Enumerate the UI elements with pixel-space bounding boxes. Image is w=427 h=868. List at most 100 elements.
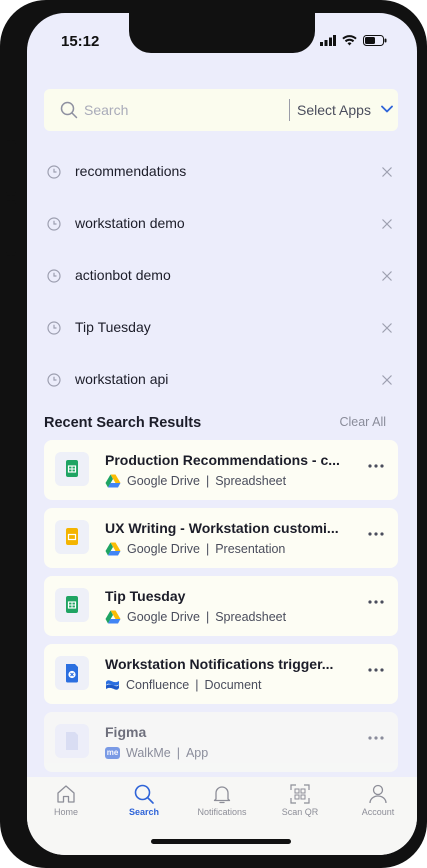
search-icon <box>60 101 78 119</box>
slides-icon <box>55 520 89 554</box>
confluence-doc-icon <box>55 656 89 690</box>
battery-icon <box>363 35 387 46</box>
result-type: Presentation <box>215 542 286 556</box>
result-title[interactable]: Tip Tuesday <box>105 588 185 604</box>
more-options-icon[interactable] <box>368 464 384 468</box>
close-icon[interactable] <box>381 322 393 334</box>
person-icon <box>369 784 387 804</box>
tab-label: Notifications <box>197 807 247 817</box>
tab-label: Search <box>128 807 160 817</box>
result-card[interactable]: Workstation Notifications trigger... Con… <box>44 644 398 704</box>
generic-file-icon <box>55 724 89 758</box>
recent-search-label[interactable]: actionbot demo <box>75 267 171 283</box>
result-card[interactable]: Figma me WalkMe | App <box>44 712 398 772</box>
tab-notifications[interactable]: Notifications <box>183 783 261 817</box>
result-source: WalkMe <box>126 746 171 760</box>
wifi-icon <box>342 35 357 46</box>
qr-scan-icon <box>290 784 310 804</box>
tab-label: Scan QR <box>281 807 319 817</box>
home-indicator <box>151 839 291 844</box>
search-divider <box>289 99 290 121</box>
meta-separator: | <box>176 746 180 760</box>
select-apps-dropdown[interactable]: Select Apps <box>297 102 371 118</box>
result-title[interactable]: Production Recommendations - c... <box>105 452 340 468</box>
result-meta: Google Drive | Spreadsheet <box>105 474 286 488</box>
more-options-icon[interactable] <box>368 600 384 604</box>
result-title[interactable]: UX Writing - Workstation customi... <box>105 520 339 536</box>
tab-search[interactable]: Search <box>105 783 183 817</box>
result-meta: Google Drive | Presentation <box>105 542 285 556</box>
clock-icon <box>47 321 61 335</box>
tab-scan-qr[interactable]: Scan QR <box>261 783 339 817</box>
clock-icon <box>47 217 61 231</box>
signal-icon <box>320 35 336 46</box>
recent-search-item[interactable]: Tip Tuesday <box>27 302 417 354</box>
close-icon[interactable] <box>381 166 393 178</box>
status-icons <box>320 35 387 46</box>
tab-label: Account <box>361 807 395 817</box>
more-options-icon[interactable] <box>368 668 384 672</box>
result-type: Spreadsheet <box>215 610 287 624</box>
close-icon[interactable] <box>381 218 393 230</box>
result-type: Spreadsheet <box>215 474 287 488</box>
recent-search-label[interactable]: recommendations <box>75 163 186 179</box>
result-meta: Confluence | Document <box>105 678 261 692</box>
result-title[interactable]: Figma <box>105 724 146 740</box>
phone-frame: 15:12 Search Select Apps recommendations… <box>0 0 427 868</box>
chevron-down-icon[interactable] <box>380 103 394 115</box>
recent-search-item[interactable]: workstation api <box>27 354 417 406</box>
home-icon <box>57 785 75 803</box>
clock-icon <box>47 269 61 283</box>
close-icon[interactable] <box>381 270 393 282</box>
sheets-icon <box>55 588 89 622</box>
result-title[interactable]: Workstation Notifications trigger... <box>105 656 333 672</box>
confluence-icon <box>106 680 119 690</box>
more-options-icon[interactable] <box>368 736 384 740</box>
result-source: Google Drive <box>127 542 200 556</box>
sheets-icon <box>55 452 89 486</box>
walkme-icon: me <box>105 747 120 759</box>
result-source: Google Drive <box>127 474 200 488</box>
recent-search-item[interactable]: workstation demo <box>27 198 417 250</box>
search-input[interactable]: Search <box>84 102 128 118</box>
google-drive-icon <box>105 474 121 488</box>
meta-separator: | <box>205 474 210 488</box>
volume-up-button <box>6 140 16 196</box>
result-source: Confluence <box>126 678 190 692</box>
meta-separator: | <box>205 542 210 556</box>
screen: 15:12 Search Select Apps recommendations… <box>27 13 417 855</box>
volume-down-button <box>6 200 16 256</box>
recent-search-label[interactable]: workstation api <box>75 371 168 387</box>
clear-all-button[interactable]: Clear All <box>339 415 386 429</box>
tab-label: Home <box>53 807 78 817</box>
tab-account[interactable]: Account <box>339 783 417 817</box>
recent-search-label[interactable]: Tip Tuesday <box>75 319 151 335</box>
recent-search-item[interactable]: recommendations <box>27 146 417 198</box>
result-type: App <box>185 746 209 760</box>
meta-separator: | <box>205 610 210 624</box>
recent-results-list: Production Recommendations - c... Google… <box>44 440 398 780</box>
result-card[interactable]: Tip Tuesday Google Drive | Spreadsheet <box>44 576 398 636</box>
notch <box>129 13 315 53</box>
result-type: Document <box>204 678 262 692</box>
search-bar[interactable]: Search Select Apps <box>44 89 398 131</box>
search-icon <box>134 784 154 804</box>
clock-icon <box>47 373 61 387</box>
recent-searches-list: recommendations workstation demo actionb… <box>27 146 417 406</box>
bell-icon <box>213 786 231 804</box>
recent-search-label[interactable]: workstation demo <box>75 215 185 231</box>
result-meta: Google Drive | Spreadsheet <box>105 610 286 624</box>
clock-icon <box>47 165 61 179</box>
status-time: 15:12 <box>61 33 100 50</box>
google-drive-icon <box>105 610 121 624</box>
close-icon[interactable] <box>381 374 393 386</box>
google-drive-icon <box>105 542 121 556</box>
recent-search-item[interactable]: actionbot demo <box>27 250 417 302</box>
meta-separator: | <box>195 678 199 692</box>
result-card[interactable]: UX Writing - Workstation customi... Goog… <box>44 508 398 568</box>
result-source: Google Drive <box>127 610 200 624</box>
tab-home[interactable]: Home <box>27 783 105 817</box>
result-card[interactable]: Production Recommendations - c... Google… <box>44 440 398 500</box>
more-options-icon[interactable] <box>368 532 384 536</box>
result-meta: me WalkMe | App <box>105 746 208 760</box>
